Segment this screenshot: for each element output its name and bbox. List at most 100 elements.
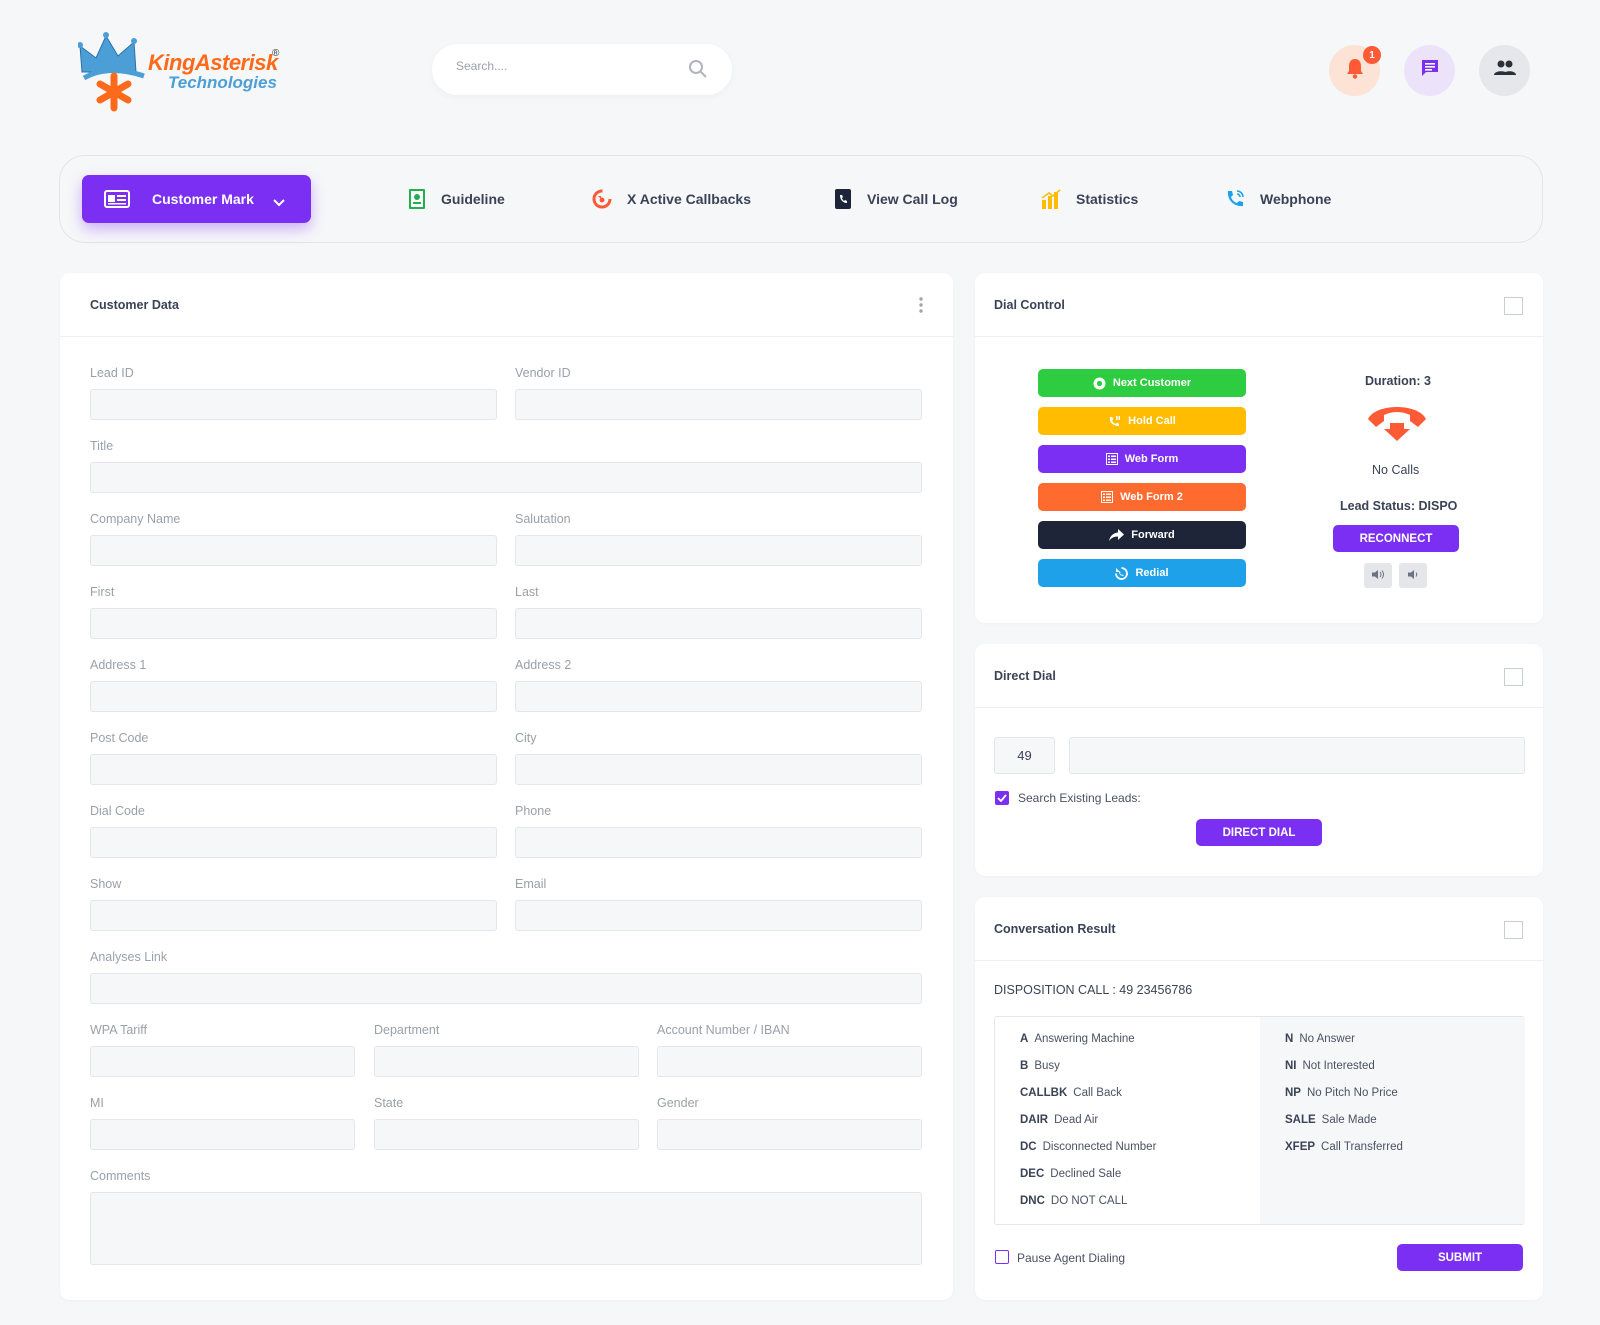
- search-input[interactable]: [456, 59, 676, 73]
- address1-label: Address 1: [90, 658, 147, 672]
- address1-input[interactable]: [90, 681, 497, 712]
- search-existing-checkbox[interactable]: [995, 791, 1009, 805]
- nav-view-call-log[interactable]: View Call Log: [833, 188, 958, 210]
- call-log-icon: [833, 188, 853, 210]
- reconnect-button[interactable]: RECONNECT: [1333, 525, 1459, 552]
- users-button[interactable]: [1479, 45, 1530, 96]
- wpa-tariff-input[interactable]: [90, 1046, 355, 1077]
- web-form-button[interactable]: Web Form: [1038, 445, 1246, 473]
- address2-label: Address 2: [515, 658, 572, 672]
- search-existing-label: Search Existing Leads:: [1018, 791, 1141, 805]
- gender-input[interactable]: [657, 1119, 922, 1150]
- disposition-option[interactable]: DC Disconnected Number: [1020, 1141, 1156, 1153]
- users-icon: [1493, 60, 1516, 81]
- bar-chart-icon: [1040, 188, 1062, 210]
- disposition-option[interactable]: SALE Sale Made: [1285, 1114, 1377, 1126]
- redial-icon: [1115, 566, 1129, 580]
- form-icon: [1105, 453, 1118, 465]
- disposition-code: NI: [1285, 1060, 1297, 1072]
- disposition-call: DISPOSITION CALL : 49 23456786: [994, 983, 1193, 997]
- web-form-2-button[interactable]: Web Form 2: [1038, 483, 1246, 511]
- next-customer-button[interactable]: Next Customer: [1038, 369, 1246, 397]
- disposition-code: DAIR: [1020, 1114, 1049, 1126]
- volume-up-button[interactable]: [1364, 563, 1392, 588]
- lead-id-input[interactable]: [90, 389, 497, 420]
- account-number-label: Account Number / IBAN: [657, 1023, 790, 1037]
- disposition-code: DNC: [1020, 1195, 1045, 1207]
- more-options-icon[interactable]: [919, 297, 923, 318]
- first-name-input[interactable]: [90, 608, 497, 639]
- nav-guideline[interactable]: Guideline: [407, 188, 505, 210]
- disposition-option[interactable]: N No Answer: [1285, 1033, 1355, 1045]
- call-status: No Calls: [1372, 463, 1420, 477]
- salutation-input[interactable]: [515, 535, 922, 566]
- disposition-option[interactable]: DAIR Dead Air: [1020, 1114, 1098, 1126]
- nav-webphone[interactable]: Webphone: [1224, 188, 1331, 210]
- collapse-toggle[interactable]: [1504, 668, 1523, 686]
- state-label: State: [374, 1096, 404, 1110]
- notifications-button[interactable]: 1: [1329, 45, 1381, 96]
- hold-call-button[interactable]: Hold Call: [1038, 407, 1246, 435]
- customer-mark-button[interactable]: Customer Mark: [82, 175, 311, 223]
- post-code-input[interactable]: [90, 754, 497, 785]
- disposition-label: Call Transferred: [1321, 1141, 1403, 1153]
- disposition-code: B: [1020, 1060, 1029, 1072]
- messages-button[interactable]: [1404, 45, 1455, 96]
- chevron-down-icon: [273, 194, 285, 210]
- department-label: Department: [374, 1023, 440, 1037]
- disposition-code: A: [1020, 1033, 1029, 1045]
- direct-dial-number-input[interactable]: [1069, 737, 1525, 774]
- mi-input[interactable]: [90, 1119, 355, 1150]
- disposition-code: DC: [1020, 1141, 1037, 1153]
- disposition-option[interactable]: CALLBK Call Back: [1020, 1087, 1122, 1099]
- disposition-option[interactable]: XFEP Call Transferred: [1285, 1141, 1403, 1153]
- disposition-option[interactable]: DNC DO NOT CALL: [1020, 1195, 1127, 1207]
- redial-button[interactable]: Redial: [1038, 559, 1246, 587]
- collapse-toggle[interactable]: [1504, 297, 1523, 315]
- nav-statistics[interactable]: Statistics: [1040, 188, 1138, 210]
- account-number-input[interactable]: [657, 1046, 922, 1077]
- department-input[interactable]: [374, 1046, 639, 1077]
- dial-code-input[interactable]: [90, 827, 497, 858]
- wpa-tariff-label: WPA Tariff: [90, 1023, 147, 1037]
- volume-down-button[interactable]: [1399, 563, 1427, 588]
- disposition-label: No Answer: [1299, 1033, 1355, 1045]
- disposition-option[interactable]: B Busy: [1020, 1060, 1060, 1072]
- disposition-label: No Pitch No Price: [1306, 1087, 1398, 1099]
- disposition-option[interactable]: A Answering Machine: [1020, 1033, 1135, 1045]
- state-input[interactable]: [374, 1119, 639, 1150]
- analyses-link-input[interactable]: [90, 973, 922, 1004]
- nav-active-callbacks[interactable]: X Active Callbacks: [591, 188, 751, 210]
- customer-mark-label: Customer Mark: [152, 191, 254, 207]
- brand-logo[interactable]: KingAsterisk ® Technologies: [77, 28, 293, 114]
- disposition-option[interactable]: NI Not Interested: [1285, 1060, 1375, 1072]
- disposition-option[interactable]: DEC Declined Sale: [1020, 1168, 1121, 1180]
- direct-dial-button[interactable]: DIRECT DIAL: [1196, 819, 1322, 846]
- email-input[interactable]: [515, 900, 922, 931]
- show-input[interactable]: [90, 900, 497, 931]
- disposition-label: Answering Machine: [1034, 1033, 1135, 1045]
- submit-button[interactable]: SUBMIT: [1397, 1244, 1523, 1271]
- notification-badge: 1: [1363, 46, 1381, 64]
- disposition-option[interactable]: NP No Pitch No Price: [1285, 1087, 1398, 1099]
- address2-input[interactable]: [515, 681, 922, 712]
- country-code-input[interactable]: 49: [994, 737, 1055, 774]
- comments-textarea[interactable]: [90, 1192, 922, 1265]
- last-name-input[interactable]: [515, 608, 922, 639]
- city-label: City: [515, 731, 537, 745]
- vendor-id-input[interactable]: [515, 389, 922, 420]
- company-name-input[interactable]: [90, 535, 497, 566]
- pause-dialing-checkbox[interactable]: [995, 1250, 1009, 1264]
- search-icon[interactable]: [688, 59, 708, 84]
- disposition-label: Dead Air: [1054, 1114, 1099, 1126]
- pause-dialing-label: Pause Agent Dialing: [1017, 1251, 1126, 1265]
- form-icon: [1101, 491, 1114, 503]
- city-input[interactable]: [515, 754, 922, 785]
- comments-label: Comments: [90, 1169, 151, 1183]
- disposition-label: DO NOT CALL: [1050, 1195, 1128, 1207]
- collapse-toggle[interactable]: [1504, 921, 1523, 939]
- forward-button[interactable]: Forward: [1038, 521, 1246, 549]
- phone-input[interactable]: [515, 827, 922, 858]
- disposition-label: Declined Sale: [1050, 1168, 1122, 1180]
- title-input[interactable]: [90, 462, 922, 493]
